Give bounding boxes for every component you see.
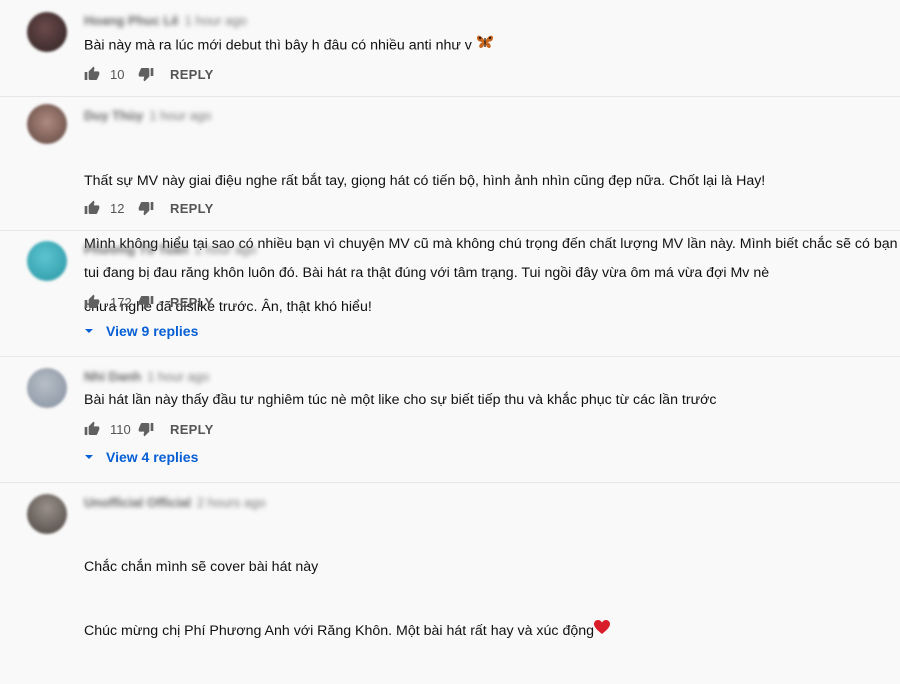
comment-text: Bài hát lần này thấy đầu tư nghiêm túc n… bbox=[84, 390, 716, 411]
thumbs-down-icon[interactable] bbox=[138, 200, 154, 216]
comment-text: tui đang bị đau răng khôn luôn đó. Bài h… bbox=[84, 263, 769, 284]
comment-line: Bài hát lần này thấy đầu tư nghiêm túc n… bbox=[84, 392, 717, 408]
avatar[interactable] bbox=[27, 104, 67, 144]
author-name[interactable]: Phương Tố Tuấn bbox=[84, 242, 188, 257]
comment-text: Bài này mà ra lúc mới debut thì bây h đâ… bbox=[84, 34, 494, 57]
thumbs-up-icon[interactable] bbox=[84, 200, 100, 216]
comment-header: Duy Thùy 1 hour ago bbox=[84, 107, 211, 123]
author-name[interactable]: Unofficial Official bbox=[84, 495, 191, 510]
comment-text: Chắc chắn mình sẽ cover bài hát này Chúc… bbox=[84, 515, 611, 684]
comment-line: Bài này mà ra lúc mới debut thì bây h đâ… bbox=[84, 37, 472, 54]
comment-actions: 12 REPLY bbox=[84, 199, 214, 217]
comment-line: tui đang bị đau răng khôn luôn đó. Bài h… bbox=[84, 265, 770, 281]
thumbs-up-icon[interactable] bbox=[84, 294, 100, 310]
avatar[interactable] bbox=[27, 241, 67, 281]
like-count: 12 bbox=[110, 200, 125, 216]
caret-down-icon bbox=[85, 455, 93, 459]
reply-button[interactable]: REPLY bbox=[170, 295, 214, 310]
avatar[interactable] bbox=[27, 12, 67, 52]
author-name[interactable]: Nhi Danh bbox=[84, 369, 141, 384]
comment-header: Nhi Danh 1 hour ago bbox=[84, 368, 209, 384]
timestamp[interactable]: 2 hours ago bbox=[197, 495, 266, 510]
view-replies-button[interactable]: View 4 replies bbox=[84, 448, 198, 466]
view-replies-button[interactable]: View 9 replies bbox=[84, 322, 198, 340]
author-name[interactable]: Hoang Phuc Lê bbox=[84, 13, 179, 28]
butterfly-emoji bbox=[476, 34, 494, 57]
timestamp[interactable]: 1 hour ago bbox=[185, 13, 247, 28]
reply-button[interactable]: REPLY bbox=[170, 422, 214, 437]
timestamp[interactable]: 1 hour ago bbox=[194, 242, 256, 257]
thumbs-down-icon[interactable] bbox=[138, 421, 154, 437]
thumbs-up-icon[interactable] bbox=[84, 421, 100, 437]
reply-button[interactable]: REPLY bbox=[170, 201, 214, 216]
author-name[interactable]: Duy Thùy bbox=[84, 108, 143, 123]
comment-actions: 110 REPLY bbox=[84, 420, 214, 438]
comment-header: Unofficial Official 2 hours ago bbox=[84, 494, 266, 510]
divider bbox=[0, 96, 900, 97]
comment-line: Chúc mừng chị Phí Phương Anh với Răng Kh… bbox=[84, 622, 595, 639]
divider bbox=[0, 230, 900, 231]
comment-actions: 10 REPLY bbox=[84, 65, 214, 83]
thumbs-up-icon[interactable] bbox=[84, 66, 100, 82]
view-replies-label: View 4 replies bbox=[106, 449, 199, 465]
caret-down-icon bbox=[85, 329, 93, 333]
comment-header: Hoang Phuc Lê 1 hour ago bbox=[84, 12, 247, 28]
avatar[interactable] bbox=[27, 368, 67, 408]
like-count: 10 bbox=[110, 66, 125, 82]
heart-emoji bbox=[594, 620, 611, 642]
comment-actions: 172 REPLY bbox=[84, 293, 214, 311]
comment-header: Phương Tố Tuấn 1 hour ago bbox=[84, 241, 257, 257]
avatar[interactable] bbox=[27, 494, 67, 534]
like-count: 172 bbox=[110, 294, 132, 310]
comment-line: Chắc chắn mình sẽ cover bài hát này bbox=[84, 559, 319, 575]
timestamp[interactable]: 1 hour ago bbox=[147, 369, 209, 384]
divider bbox=[0, 482, 900, 483]
reply-button[interactable]: REPLY bbox=[170, 67, 214, 82]
thumbs-down-icon[interactable] bbox=[138, 294, 154, 310]
like-count: 110 bbox=[110, 421, 131, 437]
timestamp[interactable]: 1 hour ago bbox=[149, 108, 211, 123]
view-replies-label: View 9 replies bbox=[106, 323, 199, 339]
divider bbox=[0, 356, 900, 357]
thumbs-down-icon[interactable] bbox=[138, 66, 154, 82]
comment-line: Thất sự MV này giai điệu nghe rất bắt ta… bbox=[84, 173, 766, 189]
